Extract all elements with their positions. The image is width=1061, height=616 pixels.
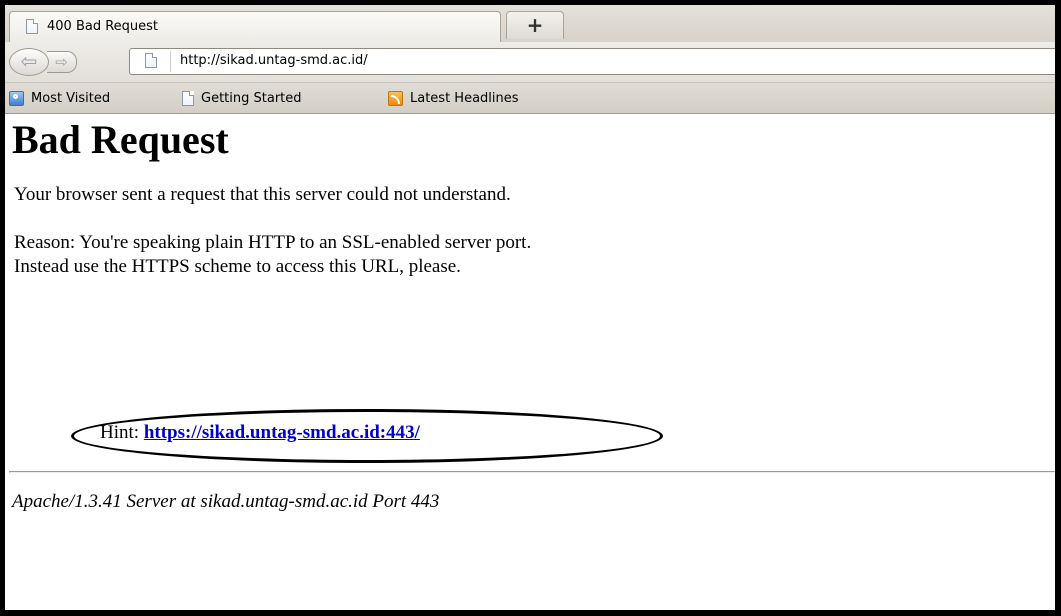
page-icon bbox=[182, 91, 194, 106]
url-text[interactable]: http://sikad.untag-smd.ac.id/ bbox=[180, 53, 368, 68]
hint-label: Hint: bbox=[100, 422, 144, 443]
bookmark-latest-headlines[interactable]: Latest Headlines bbox=[388, 90, 519, 107]
browser-window: 400 Bad Request + ⇨ ⇦ http://sikad.untag… bbox=[0, 0, 1061, 616]
server-signature: Apache/1.3.41 Server at sikad.untag-smd.… bbox=[12, 491, 440, 512]
reason-line-2: Instead use the HTTPS scheme to access t… bbox=[14, 255, 461, 277]
bookmark-label: Getting Started bbox=[201, 91, 302, 106]
error-reason: Reason: You're speaking plain HTTP to an… bbox=[14, 231, 531, 279]
bookmark-label: Most Visited bbox=[31, 91, 111, 106]
tab-bar: 400 Bad Request + bbox=[5, 5, 1055, 43]
hint-annotation: Hint: https://sikad.untag-smd.ac.id:443/ bbox=[71, 409, 663, 463]
bookmark-most-visited[interactable]: Most Visited bbox=[9, 90, 110, 107]
back-button[interactable]: ⇦ bbox=[9, 48, 49, 76]
forward-button[interactable]: ⇨ bbox=[47, 51, 77, 73]
hint-line: Hint: https://sikad.untag-smd.ac.id:443/ bbox=[100, 422, 420, 444]
navigation-toolbar: ⇨ ⇦ http://sikad.untag-smd.ac.id/ bbox=[5, 42, 1055, 83]
tab-active[interactable]: 400 Bad Request bbox=[9, 11, 501, 42]
bookmark-getting-started[interactable]: Getting Started bbox=[182, 90, 302, 107]
page-icon bbox=[26, 19, 38, 34]
new-tab-button[interactable]: + bbox=[506, 11, 564, 39]
bookmark-label: Latest Headlines bbox=[410, 91, 519, 106]
reason-line-1: Reason: You're speaking plain HTTP to an… bbox=[14, 232, 532, 253]
most-visited-icon bbox=[9, 91, 24, 106]
divider bbox=[9, 471, 1055, 473]
page-title: Bad Request bbox=[12, 117, 229, 162]
https-link[interactable]: https://sikad.untag-smd.ac.id:443/ bbox=[144, 422, 420, 443]
page-content: Bad Request Your browser sent a request … bbox=[5, 114, 1055, 610]
bookmarks-toolbar: Most Visited Getting Started Latest Head… bbox=[5, 83, 1055, 114]
page-icon bbox=[145, 53, 157, 68]
error-description: Your browser sent a request that this se… bbox=[14, 184, 511, 205]
tab-title: 400 Bad Request bbox=[47, 19, 159, 34]
site-identity-button[interactable] bbox=[133, 51, 171, 72]
rss-icon bbox=[388, 91, 403, 106]
url-bar[interactable]: http://sikad.untag-smd.ac.id/ bbox=[129, 48, 1055, 75]
nav-buttons: ⇨ ⇦ bbox=[9, 48, 127, 76]
